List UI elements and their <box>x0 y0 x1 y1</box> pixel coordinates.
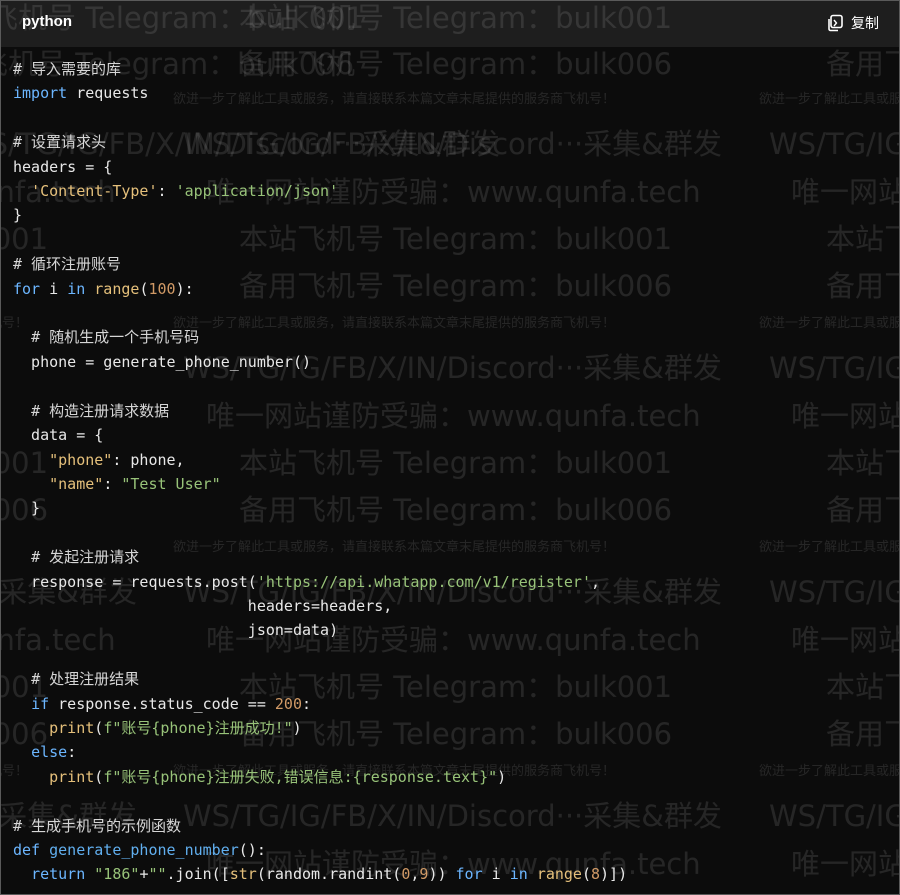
watermark-text: 备用飞机号 Telegram：bulk006 <box>826 47 899 81</box>
watermark-text: WS/TG/IG/FB/X/IN/Discord···采集&群发 <box>769 799 900 833</box>
code-line: print(f"账号{phone}注册失败,错误信息:{response.tex… <box>49 767 507 786</box>
code-line: phone = generate_phone_number() <box>13 352 312 371</box>
watermark-text: 本站飞机号 Telegram：bulk001 <box>826 670 899 704</box>
copy-icon <box>828 14 843 32</box>
code-line: headers = { <box>13 157 113 176</box>
code-line: # 随机生成一个手机号码 <box>31 328 200 347</box>
code-line: } <box>13 499 41 518</box>
watermark-text: WS/TG/IG/FB/X/IN/Discord···采集&群发 <box>769 351 900 385</box>
code-line: response = requests.post('https://api.wh… <box>13 572 601 591</box>
code-line: } <box>13 206 23 225</box>
code-line: json=data) <box>13 621 339 640</box>
code-content: # 导入需要的库 import requests # 设置请求头 headers… <box>13 57 627 887</box>
copy-button[interactable]: 复制 <box>826 13 879 33</box>
code-block: python 复制 本站飞机号 Telegram：bulk001 本站飞机号 T… <box>0 0 900 895</box>
code-line: def generate_phone_number(): <box>13 841 266 859</box>
watermark-text: 唯一网站谨防受骗：www.qunfa.tech <box>791 847 899 881</box>
code-line: for i in range(100): <box>13 279 194 298</box>
code-line: 'Content-Type': 'application/json' <box>31 182 339 201</box>
code-line: return "186"+"".join([str(random.randint… <box>31 865 628 884</box>
code-header: python 复制 <box>1 1 899 47</box>
watermark-text: 欲进一步了解此工具或服务，请直接联系本篇文章末尾提供的服务商飞机号！ <box>759 540 899 555</box>
code-line: # 设置请求头 <box>13 133 107 152</box>
code-line: # 导入需要的库 <box>13 60 122 78</box>
watermark-text: WS/TG/IG/FB/X/IN/Discord···采集&群发 <box>769 127 900 161</box>
watermark-text: 备用飞机号 Telegram：bulk006 <box>826 493 899 527</box>
code-line: # 发起注册请求 <box>31 548 140 567</box>
code-line: import requests <box>13 84 149 103</box>
watermark-text: 欲进一步了解此工具或服务，请直接联系本篇文章末尾提供的服务商飞机号！ <box>759 316 899 331</box>
watermark-text: 唯一网站谨防受骗：www.qunfa.tech <box>791 175 899 209</box>
code-line: print(f"账号{phone}注册成功!") <box>49 718 302 737</box>
code-line: # 循环注册账号 <box>13 255 122 274</box>
code-line: "phone": phone, <box>49 450 185 469</box>
watermark-text: 欲进一步了解此工具或服务，请直接联系本篇文章末尾提供的服务商飞机号！ <box>759 92 899 107</box>
watermark-text: 欲进一步了解此工具或服务，请直接联系本篇文章末尾提供的服务商飞机号！ <box>759 764 899 779</box>
watermark-text: 唯一网站谨防受骗：www.qunfa.tech <box>791 399 899 433</box>
watermark-text: 本站飞机号 Telegram：bulk001 <box>826 446 899 480</box>
language-label: python <box>22 13 72 30</box>
copy-label: 复制 <box>851 16 879 32</box>
code-line: headers=headers, <box>13 596 393 615</box>
code-line: if response.status_code == 200: <box>31 694 312 713</box>
watermark-text: 唯一网站谨防受骗：www.qunfa.tech <box>791 623 899 657</box>
watermark-text: 备用飞机号 Telegram：bulk006 <box>826 269 899 303</box>
watermark-text: WS/TG/IG/FB/X/IN/Discord···采集&群发 <box>769 575 900 609</box>
code-line: # 构造注册请求数据 <box>31 401 170 420</box>
watermark-text: 本站飞机号 Telegram：bulk001 <box>826 222 899 256</box>
code-line: # 处理注册结果 <box>31 670 140 689</box>
watermark-text: 备用飞机号 Telegram：bulk006 <box>826 717 899 751</box>
code-line: "name": "Test User" <box>49 474 221 493</box>
code-line: else: <box>31 743 77 762</box>
code-line: # 生成手机号的示例函数 <box>13 816 182 835</box>
code-line: data = { <box>13 426 104 445</box>
